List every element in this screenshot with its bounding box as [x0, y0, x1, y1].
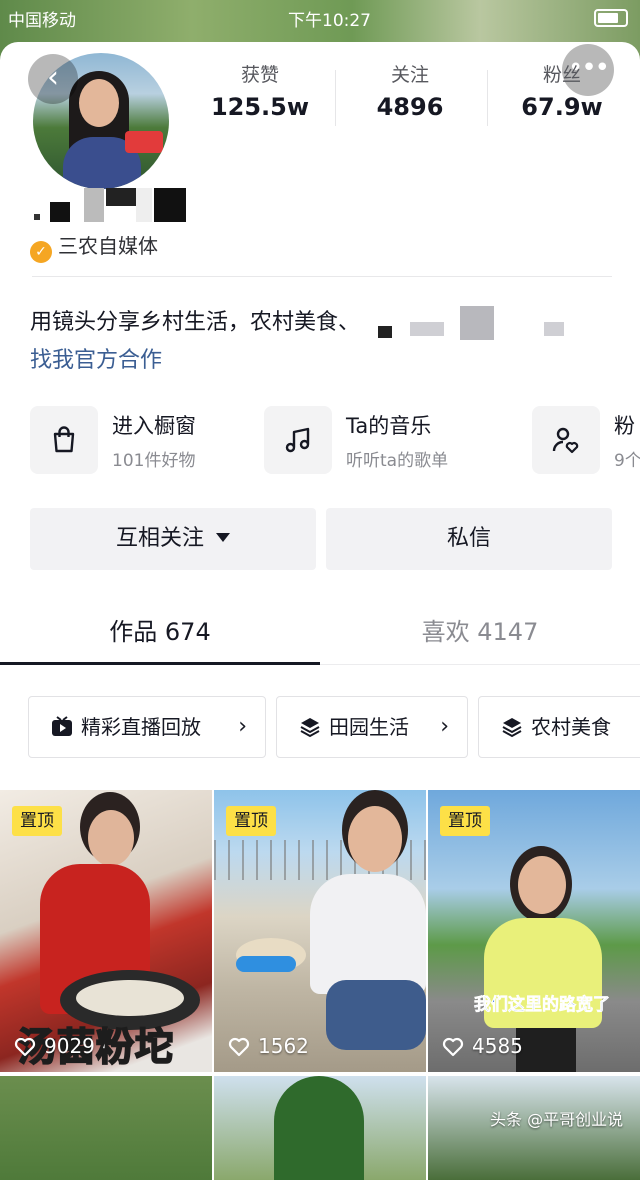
- chevron-right-icon: ›: [238, 714, 247, 739]
- feature-shop-window[interactable]: 进入橱窗 101件好物: [30, 406, 250, 476]
- video-thumbnail-5[interactable]: [214, 1076, 426, 1180]
- feature-subtitle: 101件好物: [112, 451, 196, 471]
- mutual-follow-button[interactable]: 互相关注: [30, 508, 316, 570]
- verified-check-icon: ✓: [30, 241, 52, 263]
- status-bar: 中国移动 下午10:27: [0, 0, 640, 34]
- stat-likes[interactable]: 获赞 125.5w: [185, 60, 335, 121]
- bio-text: 用镜头分享乡村生活，农村美食、: [30, 310, 361, 335]
- bio-redacted: [544, 322, 564, 336]
- stat-label: 粉丝: [542, 64, 581, 86]
- message-label: 私信: [446, 526, 491, 551]
- back-icon[interactable]: ‹: [28, 54, 78, 104]
- like-count: 1562: [228, 1034, 309, 1058]
- feature-title: Ta的音乐: [346, 414, 432, 438]
- like-count-value: 9029: [44, 1034, 95, 1058]
- stat-value: 4896: [376, 93, 444, 121]
- stat-followers[interactable]: 粉丝 67.9w: [487, 60, 637, 121]
- heart-icon: [14, 1037, 36, 1057]
- chip-label: 农村美食: [531, 715, 611, 739]
- profile-stats: 获赞 125.5w 关注 4896 粉丝 67.9w: [185, 60, 640, 130]
- heart-icon: [442, 1037, 464, 1057]
- profile-card: ‹ ••• 获赞 125.5w 关注 4896 粉丝 67.9w ✓ 三农自媒体 …: [0, 42, 640, 1180]
- video-caption: 我们这里的路宽了: [474, 995, 611, 1016]
- collection-chip-field-life[interactable]: 田园生活 ›: [276, 696, 468, 758]
- divider: [32, 276, 612, 277]
- layers-icon: [502, 718, 522, 738]
- bio-redacted: [378, 326, 392, 338]
- chip-label: 精彩直播回放: [81, 715, 201, 739]
- stat-label: 关注: [390, 64, 429, 86]
- heart-icon: [228, 1037, 250, 1057]
- clock-label: 下午10:27: [288, 11, 371, 31]
- like-count: 9029: [14, 1034, 95, 1058]
- video-thumbnail-1[interactable]: 置顶 汤菌粉坨 9029: [0, 790, 212, 1072]
- tab-label: 作品 674: [109, 618, 211, 646]
- chip-label: 田园生活: [329, 715, 409, 739]
- dropdown-caret-icon: [216, 533, 230, 542]
- battery-icon: [594, 9, 628, 27]
- pinned-badge: 置顶: [226, 806, 276, 836]
- shopping-bag-icon: [30, 406, 98, 474]
- tab-works[interactable]: 作品 674: [0, 612, 320, 647]
- private-message-button[interactable]: 私信: [326, 508, 612, 570]
- stat-following[interactable]: 关注 4896: [335, 60, 485, 121]
- pinned-badge: 置顶: [440, 806, 490, 836]
- layers-icon: [300, 718, 320, 738]
- feature-title: 粉: [614, 414, 635, 438]
- tab-active-indicator: [0, 662, 320, 665]
- stat-label: 获赞: [240, 64, 279, 86]
- carrier-label: 中国移动: [8, 11, 76, 31]
- tab-label: 喜欢 4147: [421, 618, 539, 646]
- feature-title: 进入橱窗: [112, 414, 196, 438]
- feature-subtitle: 9个: [614, 451, 640, 471]
- live-replay-icon: [52, 716, 72, 736]
- feature-subtitle: 听听ta的歌单: [346, 451, 449, 471]
- video-thumbnail-3[interactable]: 置顶 我们这里的路宽了 4585: [428, 790, 640, 1072]
- collection-chip-rural-food[interactable]: 农村美食: [478, 696, 640, 758]
- watermark: 头条 @平哥创业说: [490, 1110, 624, 1129]
- follow-label: 互相关注: [115, 526, 204, 551]
- verified-badge: ✓ 三农自媒体: [30, 230, 158, 263]
- bio-redacted: [460, 306, 494, 340]
- fan-group-icon: [532, 406, 600, 474]
- feature-fan-group[interactable]: 粉 9个: [532, 406, 640, 476]
- stat-value: 67.9w: [521, 93, 603, 121]
- bio-cooperation-link[interactable]: 找我官方合作: [30, 342, 162, 374]
- pinned-badge: 置顶: [12, 806, 62, 836]
- verified-label: 三农自媒体: [58, 234, 158, 258]
- like-count: 4585: [442, 1034, 523, 1058]
- collection-chip-live-replay[interactable]: 精彩直播回放 ›: [28, 696, 266, 758]
- like-count-value: 4585: [472, 1034, 523, 1058]
- feature-music[interactable]: Ta的音乐 听听ta的歌单: [264, 406, 514, 476]
- video-thumbnail-4[interactable]: [0, 1076, 212, 1180]
- stat-value: 125.5w: [210, 93, 310, 121]
- music-note-icon: [264, 406, 332, 474]
- chevron-right-icon: ›: [440, 714, 449, 739]
- bio-redacted: [410, 322, 444, 336]
- tab-likes[interactable]: 喜欢 4147: [320, 612, 640, 647]
- video-thumbnail-2[interactable]: 置顶 1562: [214, 790, 426, 1072]
- like-count-value: 1562: [258, 1034, 309, 1058]
